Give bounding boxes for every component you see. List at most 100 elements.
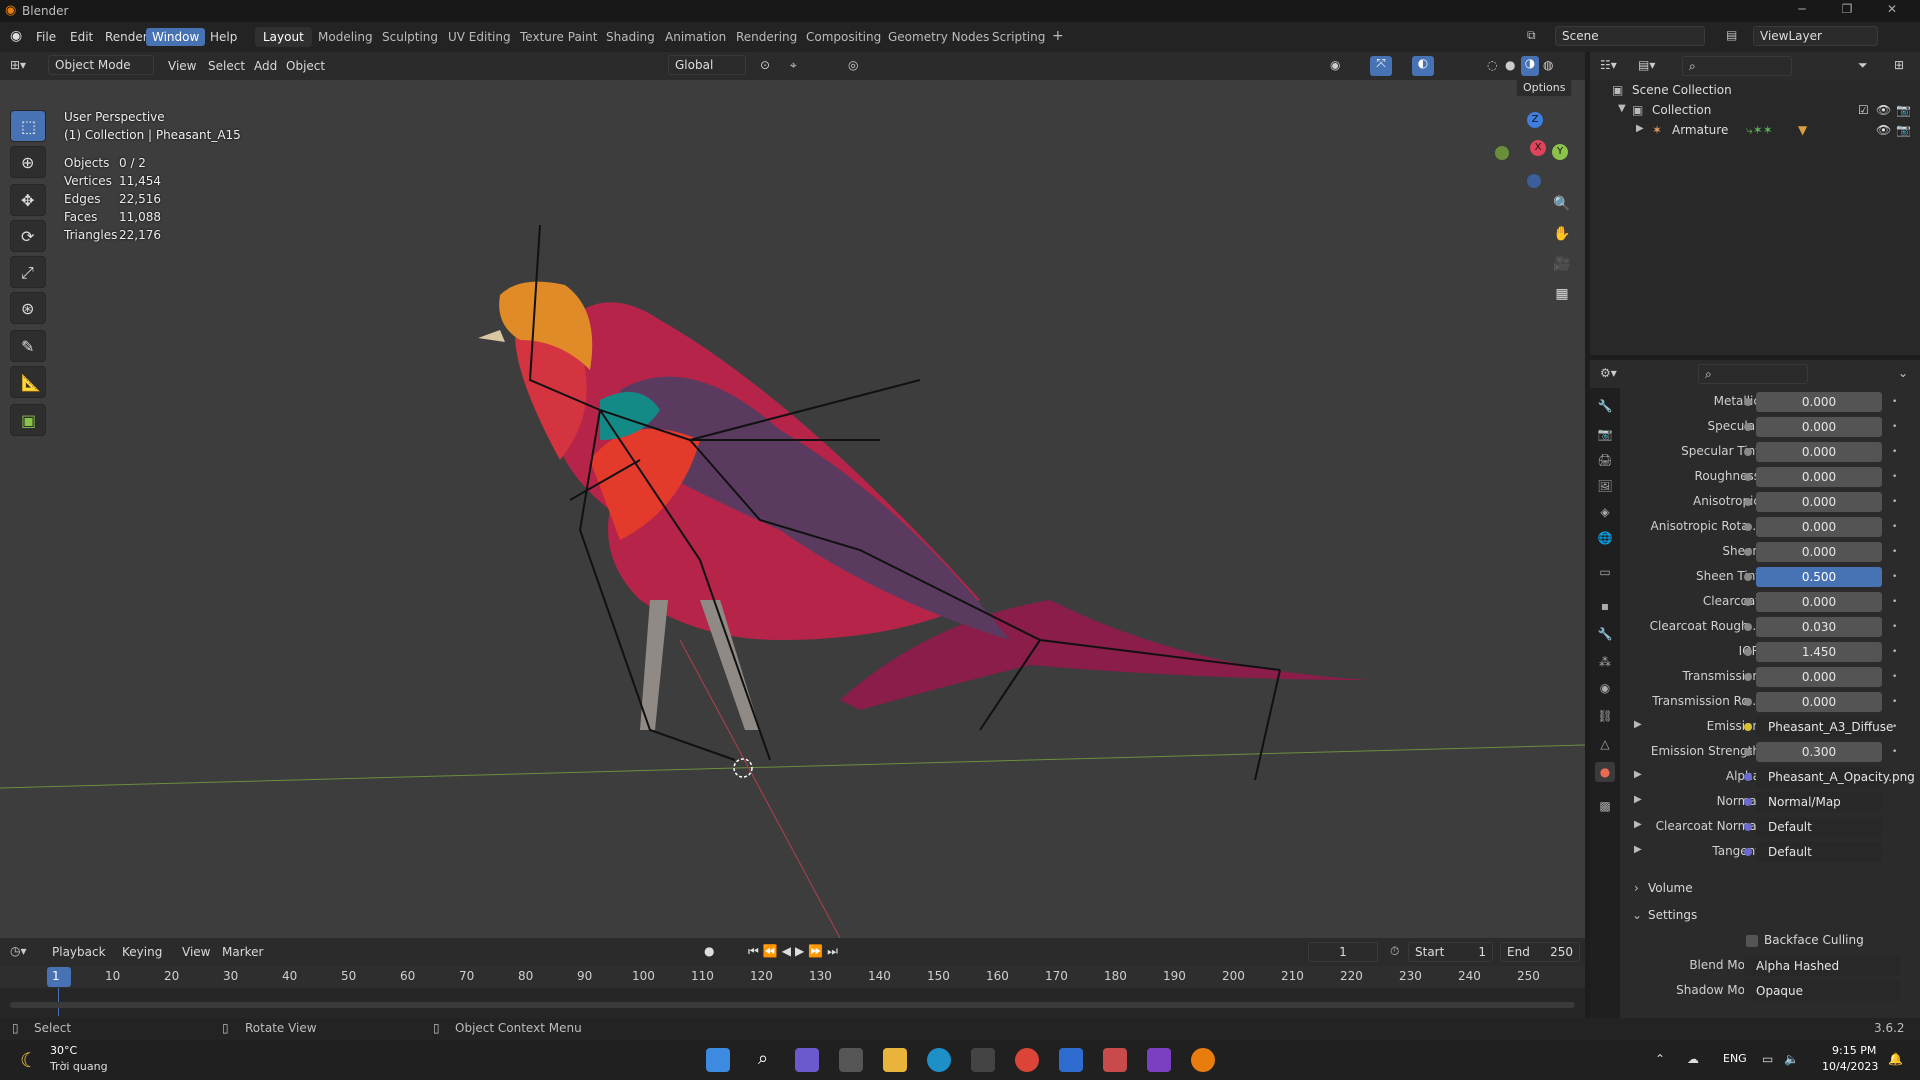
render-tab-icon[interactable]: 📷 xyxy=(1595,424,1615,444)
eye-icon[interactable]: 👁 xyxy=(1876,103,1891,117)
pivot-icon[interactable]: ⊙ xyxy=(760,58,770,72)
playback-controls-icon[interactable]: ⏮⏪◀▶⏩⏭ xyxy=(748,944,842,959)
frame-ruler[interactable]: 1 10 20 30 40 50 60 70 80 90 100 110 120… xyxy=(0,966,1585,988)
socket-icon[interactable] xyxy=(1744,748,1752,756)
camera-icon[interactable]: 🎥 xyxy=(1550,252,1574,276)
expand-arrow-icon[interactable]: ▶ xyxy=(1634,794,1642,805)
keyframe-dot-icon[interactable]: • xyxy=(1892,522,1900,532)
timeline-marker-menu[interactable]: Marker xyxy=(216,943,269,961)
minimize-icon[interactable]: ─ xyxy=(1780,2,1824,20)
timeline-editor-icon[interactable]: ◷▾ xyxy=(10,944,27,958)
viewport-menu-view[interactable]: View xyxy=(162,57,202,75)
add-workspace-icon[interactable]: + xyxy=(1052,28,1064,44)
property-value-field[interactable]: 0.000 xyxy=(1756,592,1882,612)
y-axis-handle[interactable]: Y xyxy=(1552,144,1568,160)
property-value-field[interactable]: 0.000 xyxy=(1756,467,1882,487)
property-value-field[interactable]: Default xyxy=(1756,817,1882,837)
socket-icon[interactable] xyxy=(1744,548,1752,556)
scale-tool[interactable]: ⤢ xyxy=(10,256,46,288)
wireframe-shading-icon[interactable]: ◌ xyxy=(1487,58,1497,72)
shadow-mode-dropdown[interactable]: Opaque xyxy=(1744,981,1900,1001)
socket-icon[interactable] xyxy=(1744,473,1752,481)
socket-icon[interactable] xyxy=(1744,648,1752,656)
object-tab-icon[interactable]: ▪ xyxy=(1595,596,1615,616)
constraints-tab-icon[interactable]: ⛓ xyxy=(1595,706,1615,726)
blender-menu-icon[interactable]: ◉ xyxy=(10,28,22,44)
socket-icon[interactable] xyxy=(1744,723,1752,731)
blend-mode-dropdown[interactable]: Alpha Hashed xyxy=(1744,956,1900,976)
outliner-search[interactable]: ⌕ xyxy=(1682,56,1792,76)
socket-icon[interactable] xyxy=(1744,448,1752,456)
camera-render-icon[interactable]: 📷 xyxy=(1896,103,1911,117)
keyframe-dot-icon[interactable]: • xyxy=(1892,472,1900,482)
keyframe-dot-icon[interactable]: • xyxy=(1892,672,1900,682)
task-view-icon[interactable] xyxy=(839,1048,863,1072)
property-value-field[interactable]: 0.000 xyxy=(1756,667,1882,687)
search-icon[interactable]: ⌕ xyxy=(751,1048,775,1072)
weather-moon-icon[interactable]: ☾ xyxy=(20,1048,38,1072)
keyframe-dot-icon[interactable]: • xyxy=(1892,622,1900,632)
tool-tab-icon[interactable]: 🔧 xyxy=(1595,396,1615,416)
tab-texture-paint[interactable]: Texture Paint xyxy=(512,27,605,47)
display-mode-icon[interactable]: ▤▾ xyxy=(1638,58,1655,72)
property-value-field[interactable]: 0.300 xyxy=(1756,742,1882,762)
move-tool[interactable]: ✥ xyxy=(10,184,46,216)
edge-browser-icon[interactable] xyxy=(927,1048,951,1072)
pan-hand-icon[interactable]: ✋ xyxy=(1550,222,1574,246)
keyframe-dot-icon[interactable]: • xyxy=(1892,697,1900,707)
store-icon[interactable] xyxy=(1059,1048,1083,1072)
keyframe-dot-icon[interactable]: • xyxy=(1892,497,1900,507)
tab-compositing[interactable]: Compositing xyxy=(798,27,889,47)
keyframe-dot-icon[interactable]: • xyxy=(1892,597,1900,607)
chrome-icon[interactable] xyxy=(1015,1048,1039,1072)
material-shading-icon[interactable]: ◑ xyxy=(1521,56,1539,76)
property-value-field[interactable]: Pheasant_A_Opacity.png xyxy=(1756,767,1915,787)
tab-animation[interactable]: Animation xyxy=(657,27,734,47)
solid-shading-icon[interactable]: ● xyxy=(1505,58,1515,72)
backface-culling-row[interactable]: Backface Culling xyxy=(1620,929,1920,954)
checkbox-icon[interactable]: ☑ xyxy=(1858,103,1869,117)
scene-tab-icon[interactable]: ◈ xyxy=(1595,502,1615,522)
expand-arrow-icon[interactable]: ▶ xyxy=(1636,123,1644,134)
camera-render-icon[interactable]: 📷 xyxy=(1896,123,1911,137)
editor-type-icon[interactable]: ⊞▾ xyxy=(10,58,26,72)
keyframe-dot-icon[interactable]: • xyxy=(1892,647,1900,657)
rendered-shading-icon[interactable]: ◍ xyxy=(1543,58,1553,72)
chevron-down-icon[interactable]: ⌄ xyxy=(1898,366,1908,380)
tab-sculpting[interactable]: Sculpting xyxy=(374,27,446,47)
keyframe-dot-icon[interactable]: • xyxy=(1892,547,1900,557)
network-icon[interactable]: ▭ xyxy=(1762,1052,1773,1066)
socket-icon[interactable] xyxy=(1744,423,1752,431)
socket-icon[interactable] xyxy=(1744,598,1752,606)
keyframe-dot-icon[interactable]: • xyxy=(1892,397,1900,407)
language-indicator[interactable]: ENG xyxy=(1723,1052,1747,1065)
property-value-field[interactable]: 0.000 xyxy=(1756,417,1882,437)
view-layer-tab-icon[interactable]: 🖼 xyxy=(1595,476,1615,496)
notification-icon[interactable]: 🔔 xyxy=(1888,1052,1903,1066)
socket-icon[interactable] xyxy=(1744,398,1752,406)
property-value-field[interactable]: Default xyxy=(1756,842,1882,862)
expand-arrow-icon[interactable]: ▶ xyxy=(1634,769,1642,780)
clock-time[interactable]: 9:15 PM xyxy=(1832,1044,1876,1057)
backface-culling-checkbox[interactable] xyxy=(1746,935,1758,947)
end-frame-field[interactable]: End 250 xyxy=(1500,942,1580,962)
grid-icon[interactable]: ▦ xyxy=(1550,282,1574,306)
view-layer-icon[interactable]: ▤ xyxy=(1726,28,1737,42)
tab-scripting[interactable]: Scripting xyxy=(984,27,1053,47)
properties-editor-icon[interactable]: ⚙▾ xyxy=(1600,366,1617,380)
outliner-row-collection[interactable]: ▼ ▣ Collection ☑ 👁 📷 xyxy=(1590,100,1920,120)
overlay-toggle-icon[interactable]: ◐ xyxy=(1412,56,1434,76)
options-dropdown[interactable]: Options xyxy=(1516,80,1573,97)
timeline-view-menu[interactable]: View xyxy=(176,943,216,961)
socket-icon[interactable] xyxy=(1744,823,1752,831)
outliner-row-scene-collection[interactable]: ▣ Scene Collection xyxy=(1590,80,1920,100)
windows-start-icon[interactable] xyxy=(706,1048,730,1072)
add-cube-tool[interactable]: ▣ xyxy=(10,404,46,436)
timeline-playback-menu[interactable]: Playback xyxy=(46,943,112,961)
maximize-icon[interactable]: ❐ xyxy=(1825,2,1869,20)
menu-help[interactable]: Help xyxy=(204,28,243,46)
volume-icon[interactable]: 🔈 xyxy=(1784,1052,1799,1066)
snap-icon[interactable]: ⌖ xyxy=(790,58,797,73)
keyframe-dot-icon[interactable]: • xyxy=(1892,572,1900,582)
zoom-icon[interactable]: 🔍 xyxy=(1550,192,1574,216)
